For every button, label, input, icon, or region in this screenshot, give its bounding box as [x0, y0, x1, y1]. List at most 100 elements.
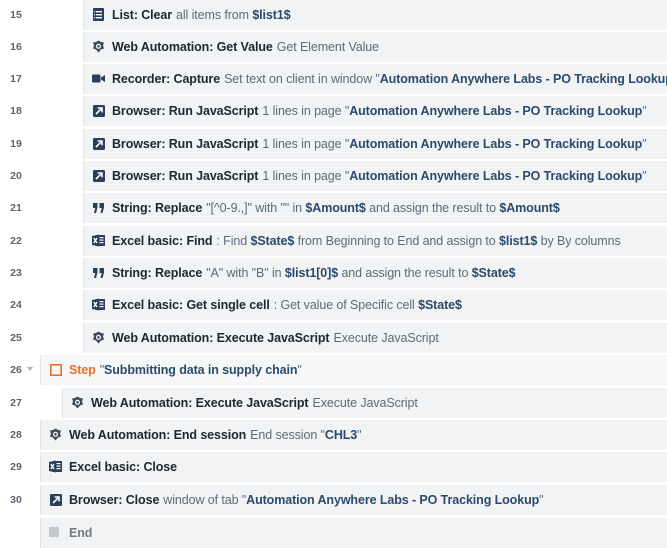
action-row-27[interactable]: 27 Web Automation: Execute JavaScript Exe…: [0, 388, 667, 418]
action-row-24[interactable]: 24 Excel basic: Get single cell: Get val…: [0, 290, 667, 320]
action-row-22[interactable]: 22 Excel basic: Find: Find $State$ from …: [0, 226, 667, 256]
browser-arrow-icon: [92, 104, 105, 117]
action-row-20[interactable]: 20 Browser: Run JavaScript 1 lines in pag…: [0, 161, 667, 191]
action-row-30[interactable]: 30 Browser: Close window of tab "Automati…: [0, 485, 667, 515]
web-automation-icon: [49, 428, 62, 441]
action-box[interactable]: String: Replace "A" with "B" in $list1[0]…: [83, 258, 667, 288]
action-name: Web Automation: Execute JavaScript: [91, 396, 309, 410]
action-name: String: Replace: [112, 266, 203, 280]
quote-icon: [92, 201, 105, 214]
line-number: 21: [10, 202, 22, 214]
quote-icon: [92, 266, 105, 279]
action-box[interactable]: Web Automation: End session End session "…: [40, 420, 667, 450]
action-name: Recorder: Capture: [112, 72, 221, 86]
line-number: 28: [10, 429, 22, 441]
action-box[interactable]: Excel basic: Get single cell: Get value …: [83, 290, 667, 320]
step-box[interactable]: Step "Subbmitting data in supply chain": [40, 355, 667, 385]
end-square-icon: [49, 527, 59, 537]
list-icon: [92, 8, 105, 21]
step-row-26[interactable]: 26 Step "Subbmitting data in supply chain…: [0, 355, 667, 385]
action-name: Browser: Run JavaScript: [112, 137, 259, 151]
web-automation-icon: [71, 396, 84, 409]
step-text: Step "Subbmitting data in supply chain": [69, 355, 302, 385]
action-detail: window of tab "Automation Anywhere Labs …: [163, 493, 544, 507]
action-name: Excel basic: Get single cell: [112, 298, 270, 312]
action-text: Excel basic: Close: [69, 452, 177, 482]
action-row-21[interactable]: 21 String: Replace "[^0-9.,]" with "" in …: [0, 193, 667, 223]
action-text: Web Automation: End session End session "…: [69, 420, 362, 450]
step-square-icon: [49, 363, 62, 376]
end-row[interactable]: End: [0, 518, 667, 548]
action-box[interactable]: Excel basic: Close: [40, 452, 667, 482]
video-camera-icon: [92, 72, 105, 85]
action-box[interactable]: Recorder: Capture Set text on client in w…: [83, 64, 667, 94]
line-number: 30: [10, 494, 22, 506]
action-box[interactable]: List: Clear all items from $list1$: [83, 0, 667, 30]
action-detail: : Find $State$ from Beginning to End and…: [216, 234, 621, 248]
step-detail: "Subbmitting data in supply chain": [99, 363, 302, 377]
action-text: String: Replace "A" with "B" in $list1[0]…: [112, 258, 516, 288]
action-row-29[interactable]: 29 Excel basic: Close: [0, 452, 667, 482]
line-number: 24: [10, 299, 22, 311]
action-text: Browser: Run JavaScript 1 lines in page "…: [112, 161, 647, 191]
line-number: 18: [10, 105, 22, 117]
action-name: Browser: Close: [69, 493, 160, 507]
action-name: Web Automation: Execute JavaScript: [112, 331, 330, 345]
line-number: 17: [10, 73, 22, 85]
line-number: 27: [10, 397, 22, 409]
excel-icon: [49, 460, 62, 473]
action-name: String: Replace: [112, 201, 203, 215]
line-number: 15: [10, 9, 22, 21]
action-box[interactable]: Web Automation: Execute JavaScript Execut…: [62, 388, 667, 418]
action-text: String: Replace "[^0-9.,]" with "" in $Am…: [112, 193, 560, 223]
browser-arrow-icon: [92, 137, 105, 150]
excel-icon: [92, 234, 105, 247]
line-number: 22: [10, 235, 22, 247]
action-name: Browser: Run JavaScript: [112, 169, 259, 183]
excel-icon: [92, 298, 105, 311]
line-number: 19: [10, 138, 22, 150]
action-text: Excel basic: Get single cell: Get value …: [112, 290, 462, 320]
action-row-28[interactable]: 28 Web Automation: End session End sessio…: [0, 420, 667, 450]
line-number: 16: [10, 41, 22, 53]
action-detail: 1 lines in page "Automation Anywhere Lab…: [262, 137, 647, 151]
action-detail: 1 lines in page "Automation Anywhere Lab…: [262, 169, 647, 183]
action-box[interactable]: Browser: Run JavaScript 1 lines in page "…: [83, 96, 667, 126]
action-detail: 1 lines in page "Automation Anywhere Lab…: [262, 104, 647, 118]
action-box[interactable]: Browser: Run JavaScript 1 lines in page "…: [83, 161, 667, 191]
action-row-23[interactable]: 23 String: Replace "A" with "B" in $list1…: [0, 258, 667, 288]
caret-down-icon[interactable]: [27, 367, 33, 371]
browser-arrow-icon: [92, 169, 105, 182]
action-row-19[interactable]: 19 Browser: Run JavaScript 1 lines in pag…: [0, 129, 667, 159]
web-automation-icon: [92, 331, 105, 344]
action-text: Excel basic: Find: Find $State$ from Beg…: [112, 226, 621, 256]
action-row-15[interactable]: 15 List: Clear all items from $list1$: [0, 0, 667, 30]
action-box[interactable]: Browser: Run JavaScript 1 lines in page "…: [83, 129, 667, 159]
action-box[interactable]: Web Automation: Get Value Get Element Val…: [83, 32, 667, 62]
action-detail: End session "CHL3": [250, 428, 362, 442]
line-number: 29: [10, 461, 22, 473]
line-number: 20: [10, 170, 22, 182]
end-label: End: [69, 526, 93, 540]
action-detail: Execute JavaScript: [312, 396, 418, 410]
action-box[interactable]: Browser: Close window of tab "Automation …: [40, 485, 667, 515]
action-row-18[interactable]: 18 Browser: Run JavaScript 1 lines in pag…: [0, 96, 667, 126]
action-name: Browser: Run JavaScript: [112, 104, 259, 118]
action-row-25[interactable]: 25 Web Automation: Execute JavaScript Exe…: [0, 323, 667, 353]
action-detail: "[^0-9.,]" with "" in $Amount$ and assig…: [206, 201, 560, 215]
step-label: Step: [69, 363, 96, 377]
line-number: 23: [10, 267, 22, 279]
action-box[interactable]: Web Automation: Execute JavaScript Execut…: [83, 323, 667, 353]
action-text: List: Clear all items from $list1$: [112, 0, 291, 30]
action-detail: all items from $list1$: [176, 8, 291, 22]
action-row-16[interactable]: 16 Web Automation: Get Value Get Element …: [0, 32, 667, 62]
action-text: Recorder: Capture Set text on client in w…: [112, 64, 667, 94]
action-text: Web Automation: Get Value Get Element Val…: [112, 32, 379, 62]
end-box[interactable]: End: [40, 518, 667, 548]
action-box[interactable]: Excel basic: Find: Find $State$ from Beg…: [83, 226, 667, 256]
action-row-17[interactable]: 17 Recorder: Capture Set text on client i…: [0, 64, 667, 94]
line-number: 25: [10, 332, 22, 344]
action-detail: Set text on client in window "Automation…: [224, 72, 667, 86]
action-name: Web Automation: End session: [69, 428, 247, 442]
action-box[interactable]: String: Replace "[^0-9.,]" with "" in $Am…: [83, 193, 667, 223]
